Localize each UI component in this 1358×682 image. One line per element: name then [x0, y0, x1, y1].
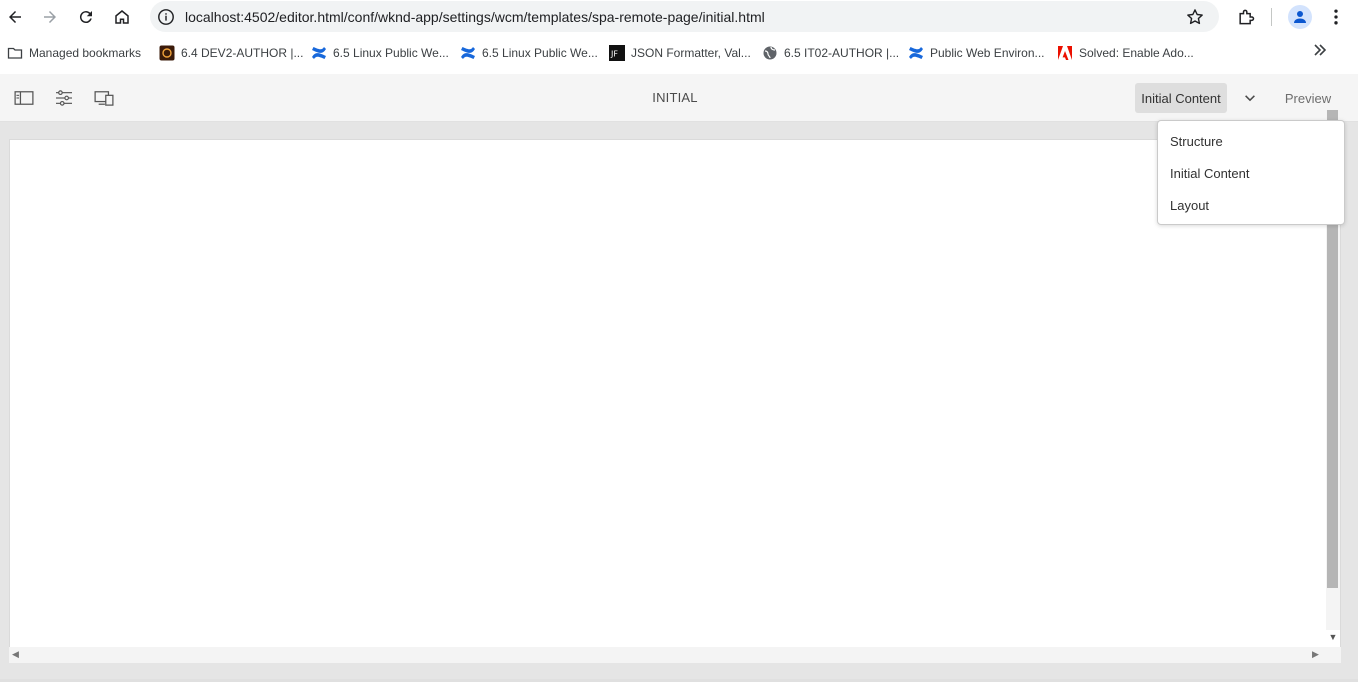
page-properties-icon[interactable] — [53, 88, 75, 108]
bookmarks-bar: Managed bookmarks 6.4 DEV2-AUTHOR |... 6… — [0, 37, 1358, 69]
bookmark-label: 6.4 DEV2-AUTHOR |... — [181, 46, 304, 60]
mode-selector-button[interactable]: Initial Content — [1135, 83, 1227, 113]
reload-icon — [79, 11, 92, 24]
bookmark-item[interactable]: Public Web Environ... — [908, 43, 1045, 63]
address-bar[interactable]: localhost:4502/editor.html/conf/wknd-app… — [150, 1, 1219, 32]
bookmark-label: 6.5 IT02-AUTHOR |... — [784, 46, 900, 60]
bookmark-item[interactable]: 6.5 IT02-AUTHOR |... — [762, 43, 899, 63]
page-canvas[interactable] — [9, 139, 1341, 663]
puzzle-icon — [1239, 9, 1255, 25]
preview-button[interactable]: Preview — [1278, 83, 1338, 113]
bookmark-item[interactable]: Solved: Enable Ado... — [1057, 43, 1194, 63]
mode-dropdown-menu: Structure Initial Content Layout — [1157, 120, 1345, 225]
bookmark-item[interactable]: 6.5 Linux Public We... — [460, 43, 598, 63]
person-icon — [1294, 11, 1306, 23]
bookmark-label: Managed bookmarks — [29, 46, 142, 60]
bookmark-label: Solved: Enable Ado... — [1079, 46, 1194, 60]
editor-toolbar: INITIAL Initial Content Preview — [0, 74, 1358, 122]
back-button[interactable] — [1, 3, 29, 31]
forward-arrow-icon — [44, 11, 56, 23]
globe-icon — [762, 45, 778, 61]
toggle-side-panel-icon[interactable] — [13, 88, 35, 108]
bookmark-item[interactable]: JF JSON Formatter, Val... — [609, 43, 751, 63]
bookmark-managed[interactable]: Managed bookmarks — [7, 43, 141, 63]
url-text: localhost:4502/editor.html/conf/wknd-app… — [185, 9, 765, 25]
profile-avatar[interactable] — [1288, 5, 1312, 29]
menu-item-structure[interactable]: Structure — [1170, 134, 1223, 149]
extensions-button[interactable] — [1233, 4, 1259, 30]
adobe-icon — [1057, 45, 1073, 61]
scroll-right-arrow-icon[interactable]: ▶ — [1312, 649, 1319, 660]
scroll-left-arrow-icon[interactable]: ◀ — [12, 649, 19, 660]
folder-icon — [7, 45, 23, 61]
confluence-icon — [908, 45, 924, 61]
confluence-icon — [311, 45, 327, 61]
editor-canvas-area — [0, 122, 1358, 682]
home-button[interactable] — [108, 3, 136, 31]
scroll-down-arrow-icon[interactable]: ▼ — [1326, 630, 1340, 644]
back-arrow-icon — [9, 11, 21, 23]
emulator-devices-icon[interactable] — [93, 88, 115, 108]
chevron-down-icon[interactable] — [1240, 88, 1260, 108]
page-title: INITIAL — [652, 90, 698, 105]
forward-button[interactable] — [36, 3, 64, 31]
bookmark-star-icon[interactable] — [1185, 7, 1205, 27]
bookmark-label: 6.5 Linux Public We... — [482, 46, 598, 60]
bookmark-label: 6.5 Linux Public We... — [333, 46, 449, 60]
svg-text:JF: JF — [610, 50, 618, 59]
bookmark-label: JSON Formatter, Val... — [631, 46, 751, 60]
confluence-icon — [460, 45, 476, 61]
menu-item-initial-content[interactable]: Initial Content — [1170, 166, 1250, 181]
bookmark-item[interactable]: 6.5 Linux Public We... — [311, 43, 449, 63]
toolbar-divider — [1271, 8, 1272, 26]
bookmark-item[interactable]: 6.4 DEV2-AUTHOR |... — [159, 43, 303, 63]
browser-toolbar: localhost:4502/editor.html/conf/wknd-app… — [0, 0, 1358, 34]
bookmark-label: Public Web Environ... — [930, 46, 1045, 60]
menu-item-layout[interactable]: Layout — [1170, 198, 1209, 213]
browser-menu-button[interactable] — [1323, 4, 1349, 30]
kebab-menu-icon — [1334, 9, 1338, 25]
more-bookmarks-chevron-icon[interactable] — [1312, 42, 1332, 62]
jf-icon: JF — [609, 45, 625, 61]
reload-button[interactable] — [72, 3, 100, 31]
home-icon — [115, 10, 129, 24]
site-info-icon[interactable] — [156, 7, 176, 27]
aem-icon — [159, 45, 175, 61]
horizontal-scrollbar[interactable] — [9, 647, 1341, 663]
